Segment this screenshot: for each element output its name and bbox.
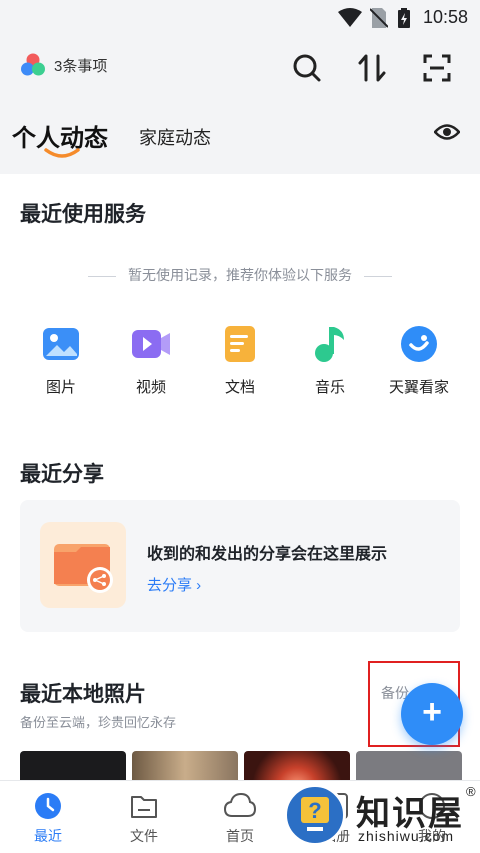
- local-photos-subtitle: 备份至云端，珍贵回忆永存: [20, 715, 177, 730]
- search-icon[interactable]: [291, 52, 323, 84]
- service-label: 文档: [224, 379, 255, 396]
- service-item-images[interactable]: 图片: [16, 324, 106, 397]
- service-list: 图片 视频 文档 音乐 天翼看家: [0, 324, 480, 404]
- nav-label: 文件: [130, 828, 158, 844]
- home-camera-icon: [401, 326, 437, 362]
- nav-label: 最近: [34, 828, 62, 844]
- question-icon: ?: [301, 797, 329, 831]
- plus-icon: +: [422, 693, 442, 731]
- service-item-home-camera[interactable]: 天翼看家: [374, 324, 464, 397]
- go-share-link[interactable]: 去分享 ›: [147, 574, 201, 595]
- service-label: 天翼看家: [388, 379, 449, 396]
- nav-item-recent[interactable]: 最近: [8, 791, 88, 846]
- main-content: 最近使用服务 暂无使用记录，推荐你体验以下服务 图片 视频 文档 音乐 天翼看家…: [0, 174, 480, 780]
- empty-hint: 暂无使用记录，推荐你体验以下服务: [0, 265, 480, 285]
- image-icon: [43, 328, 79, 360]
- tab-family[interactable]: 家庭动态: [139, 124, 211, 150]
- feed-tabs: 个人动态 家庭动态: [0, 100, 480, 174]
- no-sim-icon: [370, 8, 388, 28]
- photo-thumbnail[interactable]: [20, 751, 126, 780]
- eye-icon[interactable]: [434, 122, 460, 142]
- tab-active-indicator: [44, 148, 80, 158]
- nav-label: 首页: [226, 828, 254, 844]
- transfer-icon[interactable]: [356, 52, 388, 84]
- service-item-videos[interactable]: 视频: [106, 324, 196, 397]
- local-photos-title: 最近本地照片: [20, 683, 146, 706]
- share-empty-card: 收到的和发出的分享会在这里展示 去分享 ›: [20, 500, 460, 632]
- add-fab-button[interactable]: +: [401, 683, 463, 745]
- svg-text:?: ?: [308, 798, 321, 823]
- wifi-icon: [338, 8, 362, 27]
- service-label: 视频: [135, 379, 166, 396]
- tasks-button[interactable]: 3条事项: [20, 52, 107, 78]
- tasks-label: 3条事项: [54, 57, 108, 75]
- service-label: 图片: [45, 379, 76, 396]
- video-icon: [132, 330, 170, 358]
- watermark-domain: zhishiwu.com: [358, 828, 455, 844]
- scan-icon[interactable]: [421, 52, 453, 84]
- service-label: 音乐: [314, 379, 345, 396]
- clock-time: 10:58: [422, 7, 468, 27]
- status-bar: 10:58: [0, 0, 480, 36]
- music-icon: [315, 327, 344, 362]
- service-item-documents[interactable]: 文档: [195, 324, 285, 397]
- folder-icon: [131, 796, 157, 818]
- document-icon: [225, 326, 255, 362]
- battery-icon: [398, 8, 410, 28]
- photo-thumbnail[interactable]: [132, 751, 238, 780]
- nav-item-home[interactable]: 首页: [200, 791, 280, 846]
- recent-services-title: 最近使用服务: [20, 203, 146, 226]
- watermark: ? 知识屋 ® zhishiwu.com: [280, 776, 480, 853]
- cloud-icon: [223, 792, 257, 817]
- watermark-mark: ®: [466, 784, 476, 799]
- clock-icon: [35, 793, 61, 819]
- folder-share-icon: [54, 544, 113, 593]
- top-bar: 3条事项: [0, 36, 480, 100]
- app-logo-icon: [21, 53, 45, 76]
- share-empty-message: 收到的和发出的分享会在这里展示: [147, 546, 388, 563]
- nav-item-files[interactable]: 文件: [104, 791, 184, 846]
- recent-share-title: 最近分享: [20, 463, 104, 486]
- share-illustration: [40, 522, 126, 608]
- service-item-music[interactable]: 音乐: [285, 324, 375, 397]
- watermark-logo: ?: [284, 784, 346, 846]
